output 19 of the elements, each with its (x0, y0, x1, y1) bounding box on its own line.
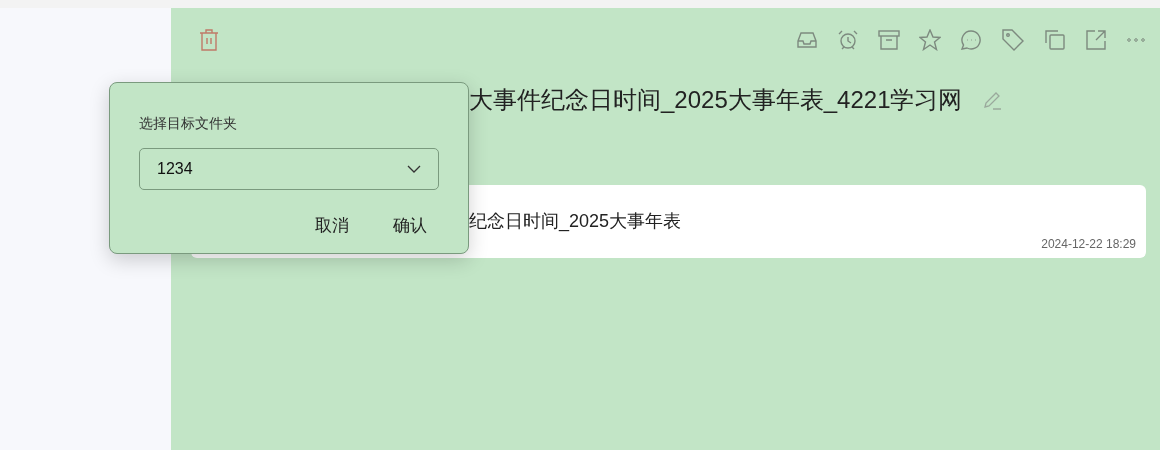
external-link-icon[interactable] (1085, 29, 1107, 51)
dialog-label: 选择目标文件夹 (139, 115, 238, 133)
archive-box-icon[interactable] (878, 29, 900, 51)
chat-bubble-icon[interactable] (960, 29, 982, 51)
note-title: 大事件纪念日时间_2025大事年表_4221学习网 (469, 85, 963, 115)
inbox-icon[interactable] (796, 29, 818, 51)
delete-icon[interactable] (198, 28, 220, 52)
note-time: 2024-12-22 18:29 (1041, 237, 1136, 251)
copy-icon[interactable] (1044, 29, 1066, 51)
confirm-button[interactable]: 确认 (381, 208, 439, 243)
pencil-icon[interactable] (982, 90, 1003, 110)
cancel-button[interactable]: 取消 (303, 208, 361, 243)
folder-select[interactable]: 1234 (139, 148, 439, 190)
more-icon[interactable] (1126, 37, 1146, 43)
chevron-down-icon (407, 165, 421, 173)
note-text: 纪念日时间_2025大事年表 (469, 210, 682, 233)
star-icon[interactable] (919, 29, 941, 51)
tag-icon[interactable] (1001, 28, 1025, 52)
alarm-clock-icon[interactable] (837, 29, 859, 51)
